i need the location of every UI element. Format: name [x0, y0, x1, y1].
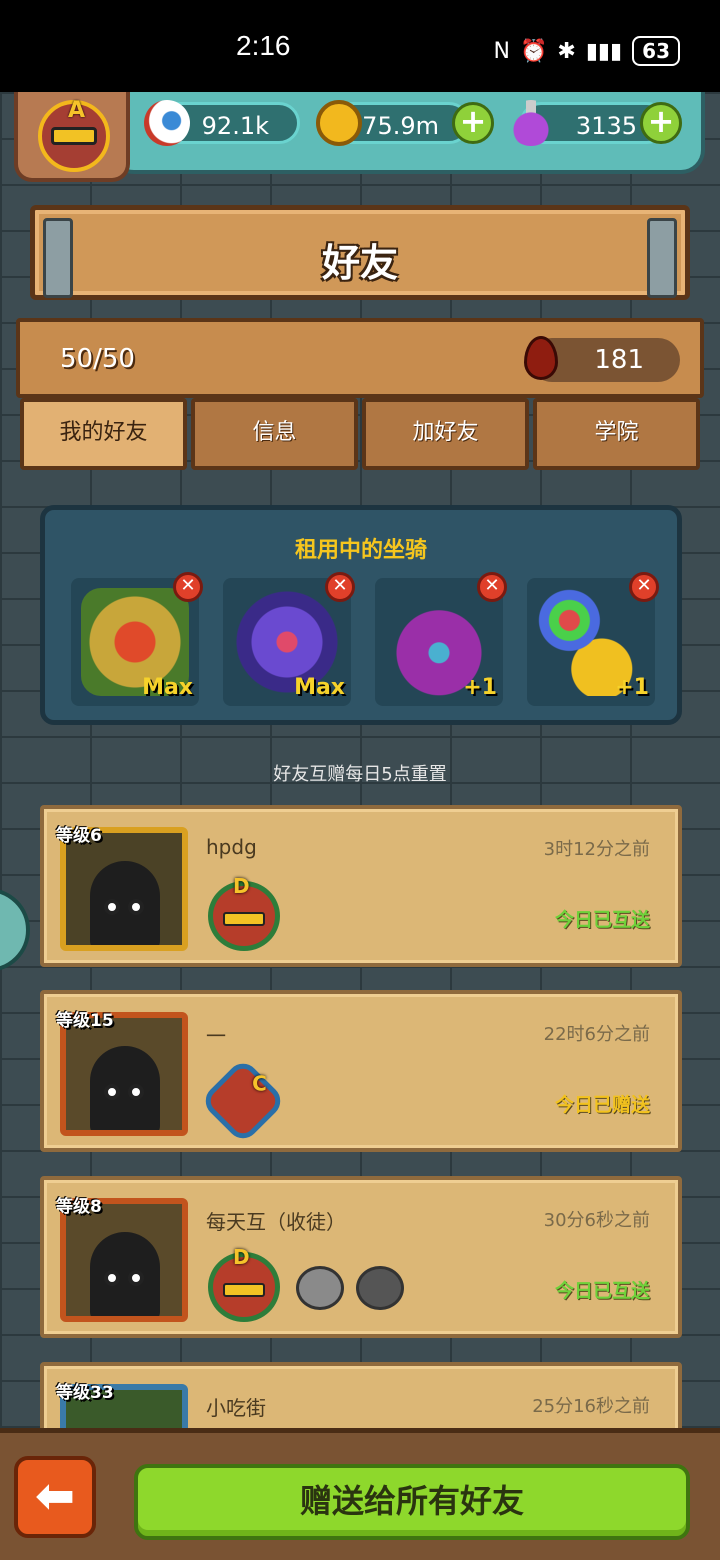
friend-card[interactable]: 等级6 hpdg 3时12分之前 D 今日已互送	[40, 805, 682, 967]
friends-count: 50/50	[60, 344, 135, 374]
rank-badge: D	[208, 1245, 280, 1322]
last-online: 25分16秒之前	[532, 1396, 650, 1417]
coin-icon	[316, 100, 362, 146]
mount-slot[interactable]: Max ✕	[223, 572, 355, 706]
friends-count-board: 50/50 181	[16, 318, 704, 398]
eyeball-icon	[144, 100, 190, 146]
friend-name: 每天互（收徒）	[206, 1210, 346, 1234]
friend-level: 等级6	[56, 826, 102, 846]
gift-status: 今日已互送	[554, 909, 650, 931]
back-button[interactable]: ⬅	[14, 1456, 96, 1538]
back-arrow-icon: ⬅	[34, 1468, 76, 1524]
add-potions-button[interactable]: +	[640, 102, 682, 144]
friend-level: 等级15	[56, 1011, 114, 1031]
player-avatar[interactable]: A	[14, 92, 130, 182]
monster-avatar-icon	[90, 861, 160, 945]
mount-slot[interactable]: +1 ✕	[375, 572, 507, 706]
tab-messages[interactable]: 信息	[191, 398, 358, 470]
last-online: 22时6分之前	[543, 1024, 650, 1045]
mount-slot[interactable]: Max ✕	[71, 572, 203, 706]
page-title: 好友	[321, 241, 398, 285]
last-online: 30分6秒之前	[543, 1210, 650, 1231]
gift-all-friends-button[interactable]: 赠送给所有好友	[134, 1464, 690, 1540]
title-board: 好友	[30, 205, 690, 300]
status-icons: N ⏰ ✱ ▮▮▮ 63	[494, 36, 680, 66]
rank-badge: D	[208, 874, 280, 951]
monster-avatar-icon	[90, 1046, 160, 1130]
monster-avatar-icon	[90, 1232, 160, 1316]
mount-slot[interactable]: +1 ✕	[527, 572, 659, 706]
gift-status: 今日已赠送	[554, 1094, 650, 1116]
remove-mount-button[interactable]: ✕	[325, 572, 355, 602]
reset-note: 好友互赠每日5点重置	[273, 764, 447, 785]
tab-bar: 我的好友 信息 加好友 学院	[20, 398, 700, 470]
friend-card[interactable]: 等级15 一 22时6分之前 C 今日已赠送	[40, 990, 682, 1152]
mounts-title: 租用中的坐骑	[294, 538, 427, 563]
rented-mounts-panel: 租用中的坐骑 Max ✕ Max ✕ +1 ✕ +1 ✕	[40, 505, 682, 725]
potion-icon	[508, 100, 554, 146]
remove-mount-button[interactable]: ✕	[173, 572, 203, 602]
friend-level: 等级33	[56, 1383, 114, 1403]
pufferfish-pet-icon	[296, 1266, 344, 1310]
alarm-icon: ⏰	[519, 38, 548, 64]
remove-mount-button[interactable]: ✕	[477, 572, 507, 602]
remove-mount-button[interactable]: ✕	[629, 572, 659, 602]
spiky-pet-icon	[356, 1266, 404, 1310]
bluetooth-icon: ✱	[557, 38, 576, 64]
friend-name: 小吃街	[206, 1396, 266, 1420]
tab-add-friend[interactable]: 加好友	[362, 398, 529, 470]
status-bar: 2:16 N ⏰ ✱ ▮▮▮ 63	[0, 0, 720, 92]
friend-name: hpdg	[206, 835, 257, 859]
battery-icon: 63	[632, 36, 680, 66]
blood-drop-icon	[524, 336, 558, 380]
add-coins-button[interactable]: +	[452, 102, 494, 144]
nfc-icon: N	[493, 38, 510, 64]
friend-level: 等级8	[56, 1197, 102, 1217]
friend-card[interactable]: 等级8 每天互（收徒） 30分6秒之前 D 今日已互送	[40, 1176, 682, 1338]
monster-teeth-icon	[51, 127, 97, 145]
signal-icon: ▮▮▮	[585, 38, 623, 64]
rank-badge: C	[199, 1057, 287, 1145]
rank-badge: A	[38, 98, 110, 172]
friend-name: 一	[206, 1024, 226, 1048]
last-online: 3时12分之前	[543, 839, 650, 860]
tab-academy[interactable]: 学院	[533, 398, 700, 470]
clock: 2:16	[236, 30, 291, 61]
gift-status: 今日已互送	[554, 1280, 650, 1302]
tab-my-friends[interactable]: 我的好友	[20, 398, 187, 470]
